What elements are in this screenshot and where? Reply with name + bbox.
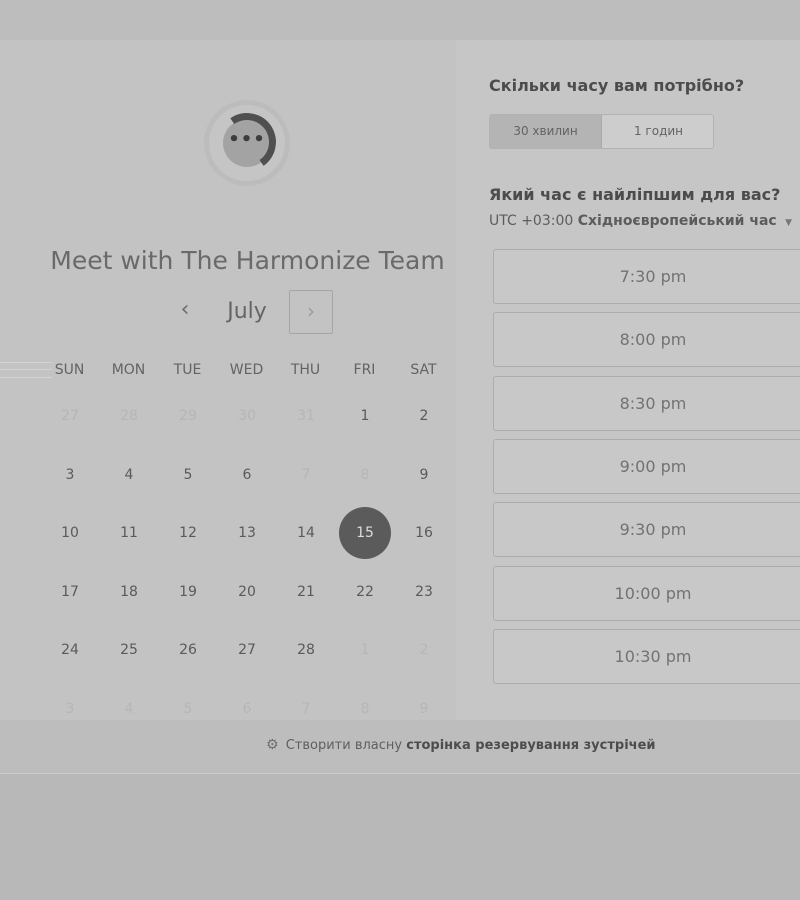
- timezone-selector[interactable]: UTC +03:00 Східноєвропейський час ▼: [489, 213, 792, 229]
- calendar-day[interactable]: 19: [162, 566, 214, 618]
- duration-question: Скільки часу вам потрібно?: [489, 76, 745, 95]
- calendar-day[interactable]: 28: [280, 624, 332, 676]
- duration-option-1hour[interactable]: 1 годин: [602, 115, 713, 148]
- calendar-day[interactable]: 25: [103, 624, 155, 676]
- time-slot-button[interactable]: 9:30 pm: [493, 502, 800, 558]
- time-slot-button[interactable]: 8:30 pm: [493, 375, 800, 431]
- sprocket-icon: ⚙: [266, 737, 279, 753]
- weekday-tue: TUE: [173, 362, 202, 378]
- time-slot-button[interactable]: 8:00 pm: [493, 312, 800, 368]
- calendar-day: 7: [301, 466, 311, 483]
- calendar-day[interactable]: 22: [339, 566, 391, 618]
- calendar-day[interactable]: 18: [103, 566, 155, 618]
- calendar-day[interactable]: 27: [221, 624, 273, 676]
- calendar-day[interactable]: 20: [221, 566, 273, 618]
- time-question: Який час є найліпшим для вас?: [489, 185, 781, 204]
- weekday-thu: THU: [290, 362, 321, 378]
- calendar-day[interactable]: 2: [398, 390, 450, 442]
- time-slot-button[interactable]: 10:00 pm: [493, 565, 800, 621]
- weekday-fri: FRI: [353, 362, 376, 378]
- calendar-day[interactable]: 11: [103, 507, 155, 559]
- footer: ⚙ Створити власну сторінка резервування …: [0, 720, 800, 774]
- calendar-day[interactable]: 21: [280, 566, 332, 618]
- bottom-strip: [0, 774, 800, 900]
- calendar-day[interactable]: 1: [339, 390, 391, 442]
- calendar-day[interactable]: 3: [44, 449, 96, 501]
- calendar-day[interactable]: 5: [162, 449, 214, 501]
- calendar-day: 29: [179, 408, 197, 424]
- calendar-day: 1: [360, 642, 370, 659]
- booking-pane: Скільки часу вам потрібно? 30 хвилин 1 г…: [456, 40, 800, 720]
- time-slot-button[interactable]: 7:30 pm: [493, 249, 800, 304]
- month-label: July: [227, 299, 267, 324]
- timezone-offset: UTC +03:00: [489, 213, 574, 229]
- duration-option-30min[interactable]: 30 хвилин: [490, 115, 602, 148]
- calendar-day[interactable]: 4: [103, 449, 155, 501]
- footer-text: Створити власну: [285, 738, 403, 753]
- team-logo: •••: [204, 100, 290, 186]
- booking-card: ••• Meet with The Harmonize Team ‹ July …: [0, 40, 800, 720]
- calendar-day[interactable]: 12: [162, 507, 214, 559]
- calendar-day[interactable]: 23: [398, 566, 450, 618]
- calendar-day[interactable]: 17: [44, 566, 96, 618]
- timezone-name: Східноєвропейський час: [577, 213, 777, 229]
- calendar-day[interactable]: 26: [162, 624, 214, 676]
- calendar-day[interactable]: 24: [44, 624, 96, 676]
- weekday-mon: MON: [111, 362, 146, 378]
- calendar-day[interactable]: 13: [221, 507, 273, 559]
- calendar-day[interactable]: 16: [398, 507, 450, 559]
- duration-selector: 30 хвилин 1 годин: [489, 114, 714, 149]
- calendar-day: 8: [360, 466, 370, 483]
- month-navigation: ‹ July ›: [0, 290, 495, 334]
- calendar-day-selected[interactable]: 15: [339, 507, 391, 560]
- calendar-day: 31: [297, 408, 315, 424]
- calendar-day: 28: [120, 408, 138, 424]
- calendar-day[interactable]: 9: [398, 449, 450, 501]
- page-title: Meet with The Harmonize Team: [50, 246, 445, 275]
- weekday-sat: SAT: [410, 362, 437, 378]
- next-month-button[interactable]: ›: [289, 290, 333, 334]
- calendar-day[interactable]: 14: [280, 507, 332, 559]
- calendar-day: 2: [419, 642, 429, 659]
- chat-bubble-dots-icon: •••: [228, 129, 266, 150]
- time-slot-button[interactable]: 9:00 pm: [493, 438, 800, 494]
- calendar-pane: ••• Meet with The Harmonize Team ‹ July …: [0, 40, 456, 720]
- calendar-day: 30: [238, 408, 256, 424]
- weekday-wed: WED: [229, 362, 264, 378]
- prev-month-button[interactable]: ‹: [168, 290, 202, 334]
- calendar-day: 27: [61, 408, 79, 424]
- top-strip: [0, 0, 800, 40]
- footer-content: ⚙ Створити власну сторінка резервування …: [266, 737, 656, 753]
- time-slot-button[interactable]: 10:30 pm: [493, 628, 800, 684]
- weekday-header: SUN MON TUE WED THU FRI SAT: [40, 362, 454, 382]
- create-booking-page-link[interactable]: сторінка резервування зустрічей: [406, 738, 655, 753]
- weekday-sun: SUN: [54, 362, 85, 378]
- calendar-day[interactable]: 10: [44, 507, 96, 559]
- calendar-day[interactable]: 6: [221, 449, 273, 501]
- chevron-down-icon: ▼: [785, 218, 793, 228]
